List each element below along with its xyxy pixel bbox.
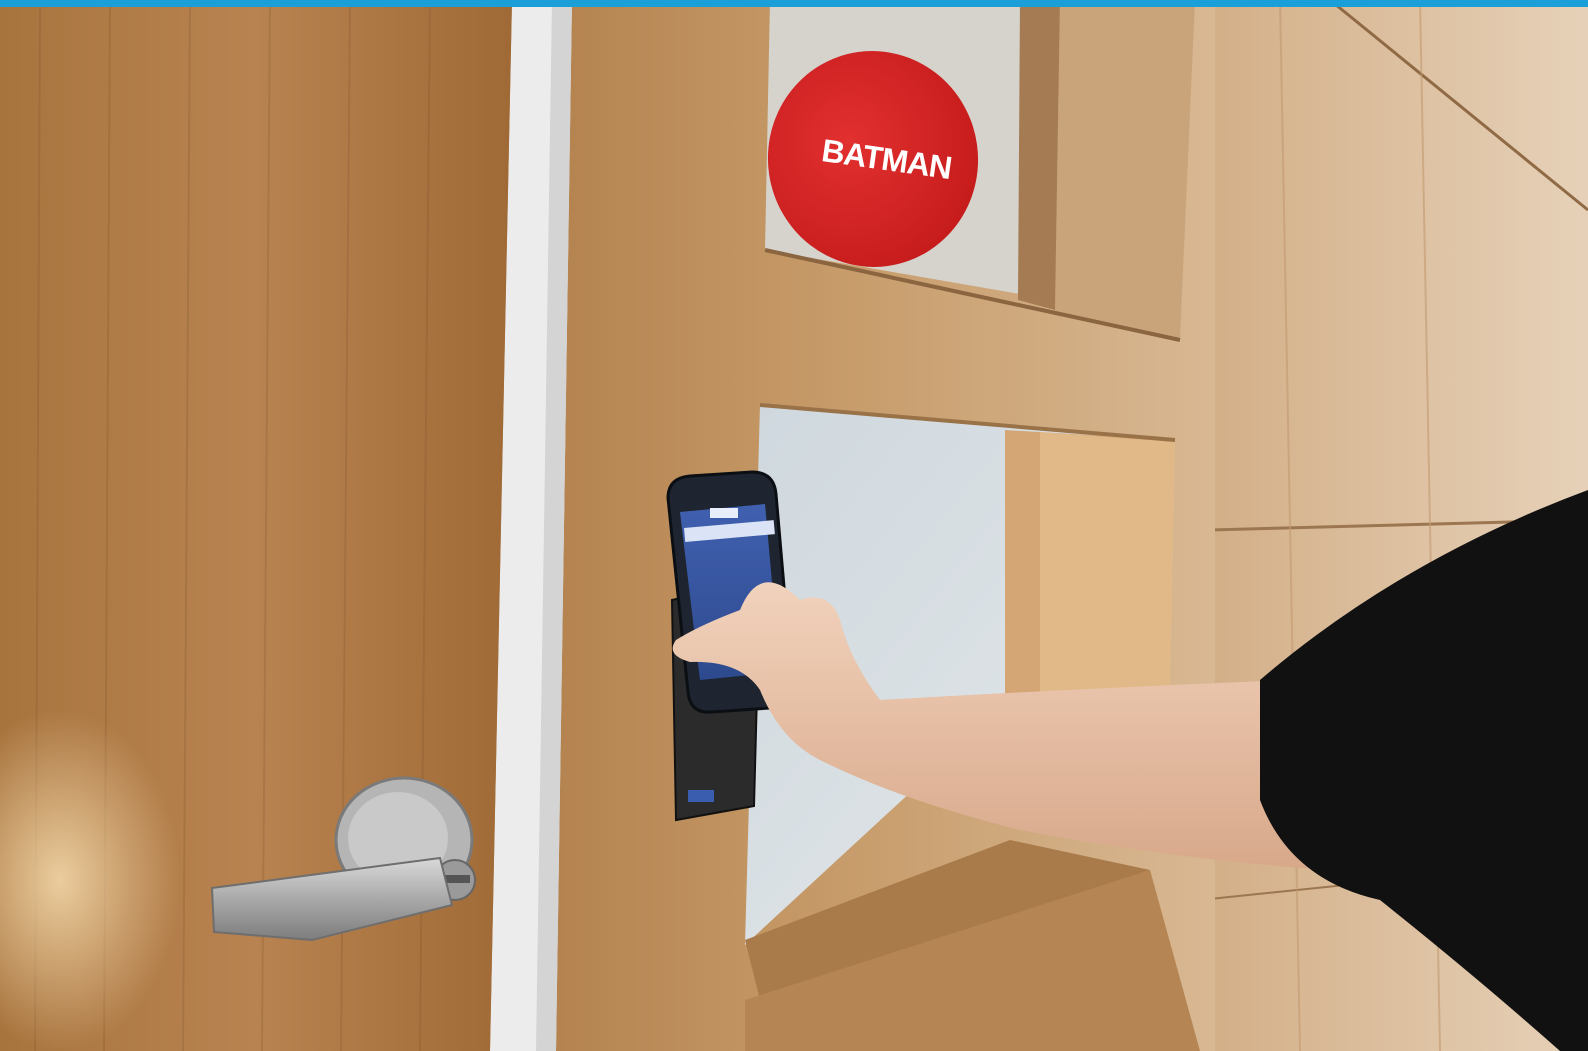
top-accent-bar xyxy=(0,0,1588,7)
photo-scene: BATMAN xyxy=(0,0,1588,1051)
photo-illustration: BATMAN xyxy=(0,0,1588,1051)
